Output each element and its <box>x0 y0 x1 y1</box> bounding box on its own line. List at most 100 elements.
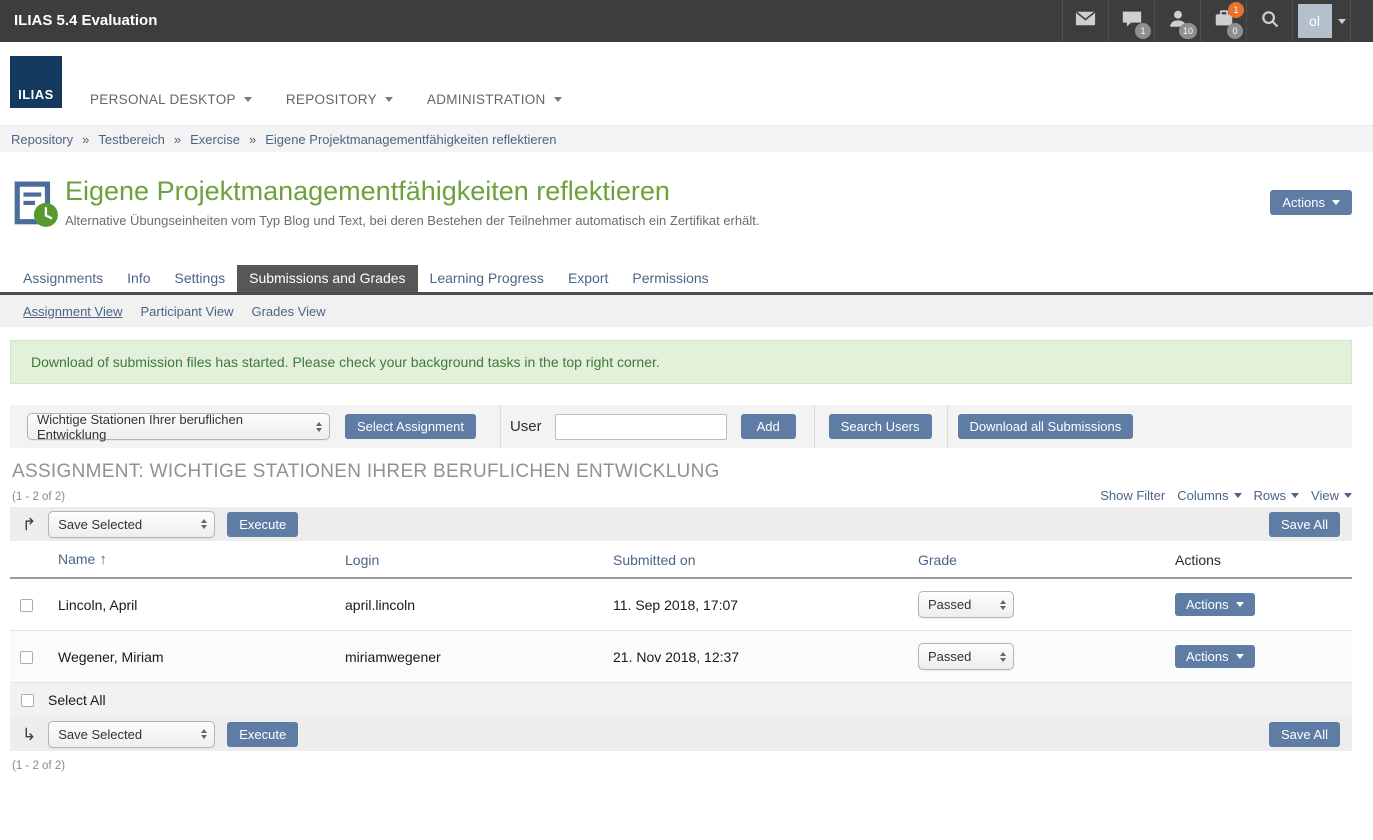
bulk-actions-bottom: ↳ Save Selected Execute Save All <box>10 717 1352 751</box>
show-filter-link[interactable]: Show Filter <box>1100 488 1165 503</box>
header-label: Login <box>345 552 379 568</box>
top-bar-spacer <box>1350 0 1373 42</box>
download-all-submissions-button[interactable]: Download all Submissions <box>958 414 1134 439</box>
select-all-label: Select All <box>48 692 106 708</box>
nav-personal-desktop[interactable]: PERSONAL DESKTOP <box>90 92 252 107</box>
actions-label: Actions <box>1282 195 1325 210</box>
chat-button[interactable]: 1 <box>1108 0 1154 42</box>
row-checkbox[interactable] <box>20 599 33 612</box>
column-header-name[interactable]: Name↑ <box>48 541 335 578</box>
tab-export[interactable]: Export <box>556 265 620 292</box>
tab-permissions[interactable]: Permissions <box>620 265 720 292</box>
main-navigation: ILIAS PERSONAL DESKTOP REPOSITORY ADMINI… <box>0 42 1373 125</box>
subtab-assignment-view[interactable]: Assignment View <box>23 304 122 319</box>
page-actions-button[interactable]: Actions <box>1270 190 1352 215</box>
online-users-badge: 10 <box>1179 23 1197 39</box>
row-actions-button[interactable]: Actions <box>1175 645 1255 668</box>
user-label: User <box>510 418 542 435</box>
user-input[interactable] <box>555 414 727 440</box>
header-label: Actions <box>1175 552 1221 568</box>
select-all-checkbox[interactable] <box>21 694 34 707</box>
tab-bar: Assignments Info Settings Submissions an… <box>0 265 1373 295</box>
chat-badge: 1 <box>1135 23 1151 39</box>
bulk-action-value: Save Selected <box>58 517 142 532</box>
avatar[interactable]: ol <box>1298 4 1332 38</box>
who-is-online-button[interactable]: 10 <box>1154 0 1200 42</box>
column-header-grade[interactable]: Grade <box>908 541 1165 578</box>
link-label: Rows <box>1254 488 1287 503</box>
toolbar-divider <box>947 405 948 448</box>
save-all-button-top[interactable]: Save All <box>1269 512 1340 537</box>
chevron-down-icon <box>1236 654 1244 659</box>
subtab-grades-view[interactable]: Grades View <box>251 304 325 319</box>
chevron-down-icon <box>1332 200 1340 205</box>
top-bar: ILIAS 5.4 Evaluation 1 10 1 0 <box>0 0 1373 42</box>
row-checkbox[interactable] <box>20 651 33 664</box>
tasks-new-badge: 1 <box>1228 2 1244 18</box>
add-user-button[interactable]: Add <box>741 414 796 439</box>
sort-asc-icon: ↑ <box>99 551 107 568</box>
user-menu[interactable]: ol <box>1292 0 1350 42</box>
column-header-login[interactable]: Login <box>335 541 603 578</box>
cell-name: Wegener, Miriam <box>48 631 335 683</box>
bulk-action-value: Save Selected <box>58 727 142 742</box>
chevron-down-icon <box>1234 493 1242 498</box>
header-label: Name <box>58 551 95 567</box>
columns-dropdown[interactable]: Columns <box>1177 488 1241 503</box>
grade-select[interactable]: Passed <box>918 591 1014 618</box>
search-button[interactable] <box>1246 0 1292 42</box>
bulk-action-select-bottom[interactable]: Save Selected <box>48 721 215 748</box>
bulk-action-select-top[interactable]: Save Selected <box>48 511 215 538</box>
rows-dropdown[interactable]: Rows <box>1254 488 1300 503</box>
tab-assignments[interactable]: Assignments <box>11 265 115 292</box>
checkbox-column-header <box>10 541 48 578</box>
exercise-icon <box>12 181 60 234</box>
chevron-down-icon <box>1236 602 1244 607</box>
assignment-select[interactable]: Wichtige Stationen Ihrer beruflichen Ent… <box>27 413 330 440</box>
execute-button-top[interactable]: Execute <box>227 512 298 537</box>
tab-learning-progress[interactable]: Learning Progress <box>418 265 556 292</box>
execute-button-bottom[interactable]: Execute <box>227 722 298 747</box>
save-all-button-bottom[interactable]: Save All <box>1269 722 1340 747</box>
breadcrumb-exercise[interactable]: Exercise <box>190 132 240 147</box>
breadcrumb-separator: » <box>82 132 89 147</box>
column-header-submitted-on[interactable]: Submitted on <box>603 541 908 578</box>
button-label: Actions <box>1186 597 1229 612</box>
nav-repository[interactable]: REPOSITORY <box>286 92 393 107</box>
toolbar-divider <box>814 405 815 448</box>
app-title: ILIAS 5.4 Evaluation <box>0 0 157 42</box>
tab-settings[interactable]: Settings <box>163 265 238 292</box>
select-assignment-button[interactable]: Select Assignment <box>345 414 476 439</box>
button-label: Search Users <box>841 419 920 434</box>
tab-info[interactable]: Info <box>115 265 162 292</box>
breadcrumb-current-page[interactable]: Eigene Projektmanagementfähigkeiten refl… <box>265 132 556 147</box>
nav-label: ADMINISTRATION <box>427 92 546 107</box>
result-range-top: (1 - 2 of 2) <box>12 491 65 503</box>
breadcrumb-repository[interactable]: Repository <box>11 132 73 147</box>
grade-select[interactable]: Passed <box>918 643 1014 670</box>
button-label: Download all Submissions <box>970 419 1122 434</box>
toolbar: Wichtige Stationen Ihrer beruflichen Ent… <box>10 405 1352 448</box>
background-tasks-button[interactable]: 1 0 <box>1200 0 1246 42</box>
subtab-participant-view[interactable]: Participant View <box>140 304 233 319</box>
cell-login: april.lincoln <box>335 578 603 631</box>
breadcrumb: Repository » Testbereich » Exercise » Ei… <box>0 125 1373 152</box>
button-label: Add <box>757 419 780 434</box>
select-arrows-icon <box>316 422 322 432</box>
page-title: Eigene Projektmanagementfähigkeiten refl… <box>65 176 759 206</box>
nav-administration[interactable]: ADMINISTRATION <box>427 92 562 107</box>
mail-icon <box>1074 7 1097 35</box>
search-users-button[interactable]: Search Users <box>829 414 932 439</box>
header-label: Submitted on <box>613 552 696 568</box>
ilias-logo[interactable]: ILIAS <box>10 56 62 108</box>
apply-down-arrow-icon: ↳ <box>22 726 36 743</box>
row-actions-button[interactable]: Actions <box>1175 593 1255 616</box>
view-dropdown[interactable]: View <box>1311 488 1352 503</box>
mail-button[interactable] <box>1062 0 1108 42</box>
breadcrumb-separator: » <box>249 132 256 147</box>
breadcrumb-testbereich[interactable]: Testbereich <box>98 132 164 147</box>
assignment-section-heading: ASSIGNMENT: WICHTIGE STATIONEN IHRER BER… <box>12 461 1352 483</box>
tab-submissions-and-grades[interactable]: Submissions and Grades <box>237 265 417 292</box>
column-header-actions: Actions <box>1165 541 1352 578</box>
grade-value: Passed <box>928 649 971 664</box>
